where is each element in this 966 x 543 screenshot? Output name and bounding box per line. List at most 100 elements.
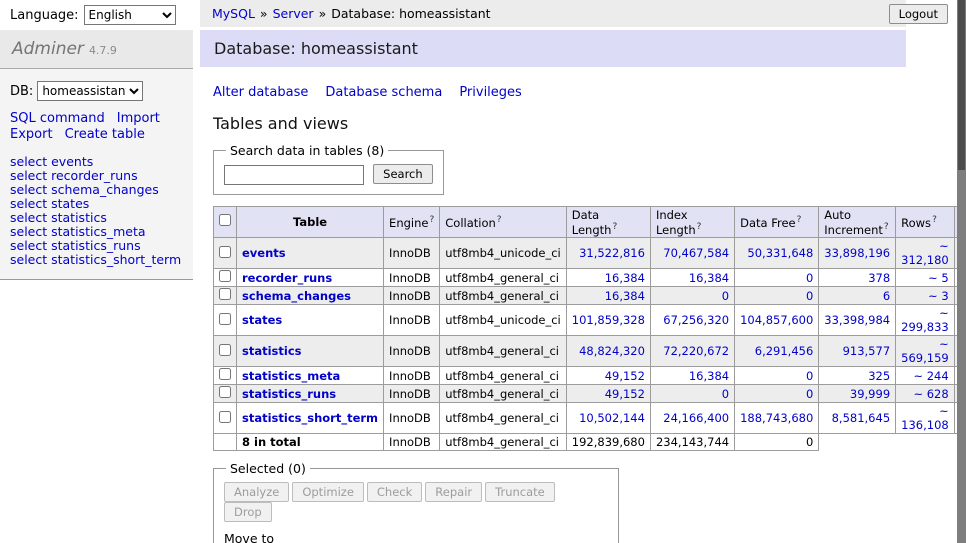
help-mark[interactable]: ? xyxy=(612,222,617,232)
sidebar-table-link[interactable]: select statistics_runs xyxy=(10,239,183,253)
index-length-link[interactable]: 72,220,672 xyxy=(663,344,729,358)
db-action-link[interactable]: Alter database xyxy=(213,85,308,100)
search-input[interactable] xyxy=(224,165,364,185)
table-name-link[interactable]: statistics_meta xyxy=(242,369,340,383)
data-length-link[interactable]: 49,152 xyxy=(605,369,645,383)
rows-link[interactable]: ~ 5 xyxy=(928,271,949,285)
help-mark[interactable]: ? xyxy=(497,215,502,225)
data-free-link[interactable]: 0 xyxy=(806,387,813,401)
sidebar-link[interactable]: Import xyxy=(117,111,160,126)
data-length-link[interactable]: 101,859,328 xyxy=(572,313,645,327)
index-length-link[interactable]: 70,467,584 xyxy=(663,246,729,260)
table-row: recorder_runsInnoDButf8mb4_general_ci16,… xyxy=(214,269,966,287)
index-length-link[interactable]: 0 xyxy=(722,289,729,303)
rows-link[interactable]: ~ 569,159 xyxy=(901,337,949,365)
optimize-button[interactable]: Optimize xyxy=(292,482,364,502)
auto-increment-link[interactable]: 378 xyxy=(868,271,890,285)
data-length-link[interactable]: 48,824,320 xyxy=(579,344,645,358)
auto-increment-link[interactable]: 33,898,196 xyxy=(824,246,890,260)
auto-increment-link[interactable]: 325 xyxy=(868,369,890,383)
index-length-link[interactable]: 24,166,400 xyxy=(663,411,729,425)
auto-increment-link[interactable]: 6 xyxy=(883,289,890,303)
sidebar-link[interactable]: Export xyxy=(10,127,53,142)
row-checkbox[interactable] xyxy=(219,386,231,398)
row-checkbox[interactable] xyxy=(219,411,231,423)
scrollbar-thumb[interactable] xyxy=(958,0,965,170)
auto-increment-link[interactable]: 913,577 xyxy=(843,344,891,358)
sidebar-table-link[interactable]: select schema_changes xyxy=(10,183,183,197)
data-length-link[interactable]: 10,502,144 xyxy=(579,411,645,425)
help-mark[interactable]: ? xyxy=(797,215,802,225)
table-name-link[interactable]: schema_changes xyxy=(242,289,351,303)
total-collation: utf8mb4_general_ci xyxy=(440,434,567,451)
sidebar-table-link[interactable]: select statistics_meta xyxy=(10,225,183,239)
row-checkbox[interactable] xyxy=(219,368,231,380)
total-engine: InnoDB xyxy=(384,434,440,451)
select-all-checkbox[interactable] xyxy=(219,214,231,226)
column-header: Data Length? xyxy=(566,206,650,238)
sidebar-table-link[interactable]: select recorder_runs xyxy=(10,169,183,183)
sidebar-link[interactable]: SQL command xyxy=(10,111,105,126)
data-free-link[interactable]: 188,743,680 xyxy=(740,411,813,425)
drop-button[interactable]: Drop xyxy=(224,502,272,522)
row-checkbox[interactable] xyxy=(219,313,231,325)
db-action-link[interactable]: Privileges xyxy=(459,85,522,100)
row-checkbox[interactable] xyxy=(219,270,231,282)
index-length-link[interactable]: 0 xyxy=(722,387,729,401)
table-name-link[interactable]: events xyxy=(242,246,286,260)
data-free-link[interactable]: 0 xyxy=(806,289,813,303)
rows-link[interactable]: ~ 3 xyxy=(928,289,949,303)
sidebar-table-link[interactable]: select statistics xyxy=(10,211,183,225)
language-select[interactable]: English xyxy=(84,5,176,25)
sidebar-table-link[interactable]: select statistics_short_term xyxy=(10,253,183,267)
rows-link[interactable]: ~ 244 xyxy=(913,369,948,383)
logout-button[interactable]: Logout xyxy=(889,4,948,24)
data-length-link[interactable]: 16,384 xyxy=(605,271,645,285)
help-mark[interactable]: ? xyxy=(429,215,434,225)
row-checkbox[interactable] xyxy=(219,246,231,258)
auto-increment-link[interactable]: 33,398,984 xyxy=(824,313,890,327)
collation-cell: utf8mb4_unicode_ci xyxy=(440,305,567,336)
db-action-link[interactable]: Database schema xyxy=(325,85,442,100)
auto-increment-link[interactable]: 39,999 xyxy=(850,387,890,401)
help-mark[interactable]: ? xyxy=(884,222,889,232)
data-length-link[interactable]: 16,384 xyxy=(605,289,645,303)
data-length-link[interactable]: 49,152 xyxy=(605,387,645,401)
data-free-link[interactable]: 104,857,600 xyxy=(740,313,813,327)
index-length-link[interactable]: 16,384 xyxy=(689,271,729,285)
breadcrumb-link[interactable]: MySQL xyxy=(212,6,255,21)
help-mark[interactable]: ? xyxy=(932,215,937,225)
check-button[interactable]: Check xyxy=(367,482,422,502)
breadcrumb-link[interactable]: Server xyxy=(273,6,314,21)
scrollbar[interactable] xyxy=(957,0,966,543)
index-length-link[interactable]: 67,256,320 xyxy=(663,313,729,327)
sidebar-table-link[interactable]: select states xyxy=(10,197,183,211)
rows-link[interactable]: ~ 299,833 xyxy=(901,306,949,334)
repair-button[interactable]: Repair xyxy=(425,482,482,502)
sidebar-table-link[interactable]: select events xyxy=(10,155,183,169)
table-name-link[interactable]: statistics_runs xyxy=(242,387,336,401)
table-name-link[interactable]: states xyxy=(242,313,282,327)
help-mark[interactable]: ? xyxy=(697,222,702,232)
data-length-link[interactable]: 31,522,816 xyxy=(579,246,645,260)
data-free-link[interactable]: 0 xyxy=(806,369,813,383)
analyze-button[interactable]: Analyze xyxy=(224,482,289,502)
data-free-link[interactable]: 50,331,648 xyxy=(747,246,813,260)
table-name-link[interactable]: recorder_runs xyxy=(242,271,332,285)
rows-link[interactable]: ~ 312,180 xyxy=(901,239,949,267)
table-name-link[interactable]: statistics xyxy=(242,344,302,358)
search-button[interactable]: Search xyxy=(373,164,433,184)
db-select[interactable]: homeassistant xyxy=(37,81,143,101)
row-checkbox[interactable] xyxy=(219,288,231,300)
rows-link[interactable]: ~ 628 xyxy=(913,387,948,401)
data-free-link[interactable]: 0 xyxy=(806,271,813,285)
auto-increment-link[interactable]: 8,581,645 xyxy=(832,411,891,425)
truncate-button[interactable]: Truncate xyxy=(485,482,555,502)
sidebar-links: SQL command Import Export Create table xyxy=(0,109,193,142)
sidebar-link[interactable]: Create table xyxy=(65,127,145,142)
data-free-link[interactable]: 6,291,456 xyxy=(755,344,814,358)
index-length-link[interactable]: 16,384 xyxy=(689,369,729,383)
table-name-link[interactable]: statistics_short_term xyxy=(242,411,378,425)
rows-link[interactable]: ~ 136,108 xyxy=(901,404,949,432)
row-checkbox[interactable] xyxy=(219,344,231,356)
